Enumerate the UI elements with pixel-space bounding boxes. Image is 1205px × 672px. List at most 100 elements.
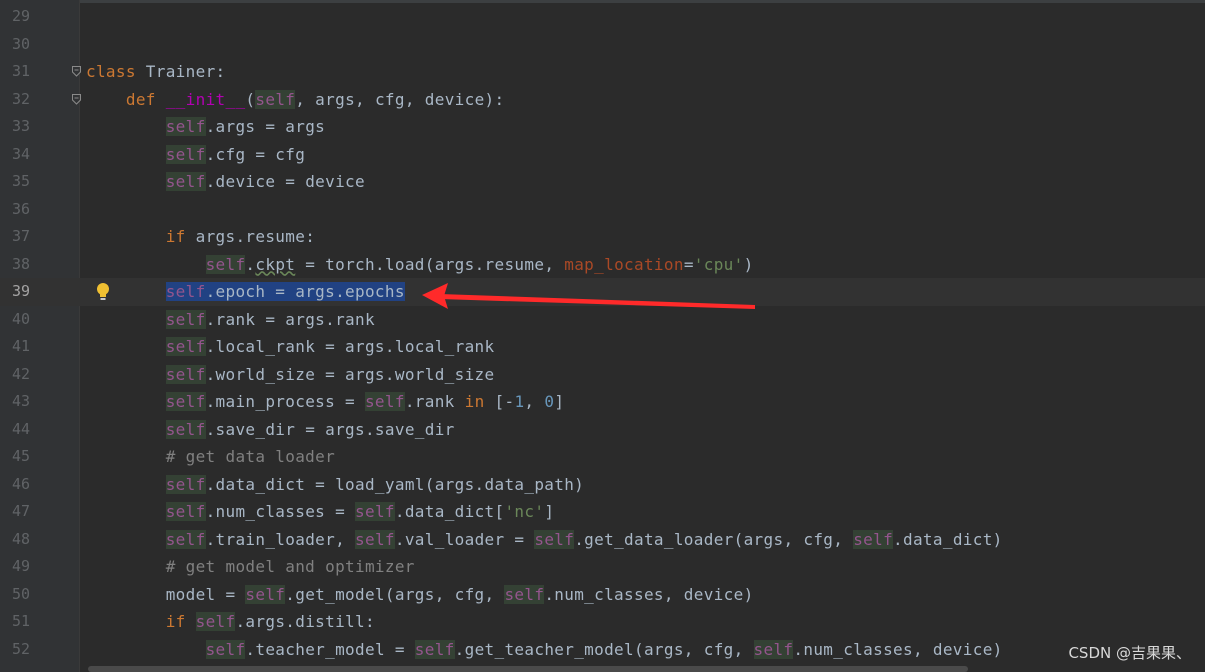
code-token: map_location (564, 254, 684, 274)
code-text: def __init__(self, args, cfg, device): (86, 86, 504, 114)
line-number: 43 (11, 392, 30, 410)
code-token: self (165, 282, 206, 301)
line-number: 42 (11, 364, 30, 383)
code-text: self.main_process = self.rank in [-1, 0] (86, 388, 564, 416)
code-token: self (504, 584, 545, 604)
code-text: self.epoch = args.epochs (86, 278, 405, 306)
code-token: ] (554, 392, 565, 411)
code-text: self.device = device (86, 168, 365, 196)
code-token: , (524, 392, 545, 411)
code-line[interactable]: 37 if args.resume: (0, 223, 1205, 251)
fold-marker-icon[interactable] (72, 93, 81, 105)
line-number: 29 (11, 7, 30, 25)
line-number: 37 (11, 227, 30, 245)
code-line[interactable]: 35 self.device = device (0, 168, 1205, 196)
code-token: .num_classes, device) (793, 639, 1003, 659)
code-token: self (255, 89, 296, 109)
code-token: ( (245, 89, 256, 109)
code-token: .get_model(args, cfg, (285, 584, 505, 604)
watermark: CSDN @吉果果、 (1068, 644, 1191, 662)
code-token: # get model and optimizer (165, 557, 415, 576)
code-token: self (165, 309, 206, 329)
code-token: self (195, 612, 236, 631)
code-token: self (355, 529, 395, 549)
code-token: self (205, 254, 246, 274)
code-token: self (165, 529, 206, 549)
horizontal-scrollbar[interactable] (88, 666, 968, 672)
code-token: .num_classes = (205, 502, 356, 521)
line-number: 36 (11, 199, 30, 218)
code-token: .data_dict[ (394, 502, 505, 521)
code-line[interactable]: 41 self.local_rank = args.local_rank (0, 333, 1205, 361)
code-token: .teacher_model = (245, 639, 415, 659)
line-number: 33 (11, 117, 30, 135)
code-text: self.rank = args.rank (86, 306, 375, 334)
code-token: ) (743, 254, 754, 274)
code-token: .data_dict = load_yaml(args.data_path) (205, 474, 585, 494)
code-line[interactable]: 39 self.epoch = args.epochs (0, 278, 1205, 306)
code-line[interactable]: 45 # get data loader (0, 443, 1205, 471)
code-token: self (534, 529, 575, 549)
code-line[interactable]: 50 model = self.get_model(args, cfg, sel… (0, 581, 1205, 609)
code-token: ckpt (255, 254, 296, 274)
line-number: 49 (11, 557, 30, 575)
code-line[interactable]: 36 (0, 196, 1205, 224)
code-line[interactable]: 40 self.rank = args.rank (0, 306, 1205, 334)
code-token: .args.distill: (235, 612, 375, 631)
code-token: .rank = args.rank (205, 309, 375, 329)
code-text: self.num_classes = self.data_dict['nc'] (86, 498, 554, 526)
code-token: Trainer: (135, 62, 226, 81)
code-token: self (853, 529, 894, 549)
code-line[interactable]: 30 (0, 31, 1205, 59)
code-line[interactable]: 46 self.data_dict = load_yaml(args.data_… (0, 471, 1205, 499)
code-line[interactable]: 51 if self.args.distill: (0, 608, 1205, 636)
line-number: 31 (11, 62, 30, 80)
code-line[interactable]: 34 self.cfg = cfg (0, 141, 1205, 169)
code-token: 'cpu' (693, 254, 744, 274)
code-line[interactable]: 32 def __init__(self, args, cfg, device)… (0, 86, 1205, 114)
code-token: self (165, 172, 206, 191)
code-line[interactable]: 47 self.num_classes = self.data_dict['nc… (0, 498, 1205, 526)
code-token: 0 (544, 392, 555, 411)
line-number: 45 (11, 447, 30, 465)
code-line[interactable]: 44 self.save_dir = args.save_dir (0, 416, 1205, 444)
code-token: self (245, 584, 286, 604)
code-token: .save_dir = args.save_dir (205, 419, 455, 439)
code-token: # get data loader (165, 447, 336, 466)
code-token: 1 (514, 392, 525, 411)
code-token: 'nc' (504, 502, 545, 521)
code-line[interactable]: 31 class Trainer: (0, 58, 1205, 86)
code-text: self.world_size = args.world_size (86, 361, 494, 389)
code-text: self.ckpt = torch.load(args.resume, map_… (86, 251, 754, 279)
code-text: self.local_rank = args.local_rank (86, 333, 494, 361)
code-token: .local_rank = args.local_rank (205, 337, 495, 356)
code-token: __init__ (165, 89, 246, 109)
fold-marker-icon[interactable] (72, 66, 81, 77)
code-line[interactable]: 29 (0, 3, 1205, 31)
code-line[interactable]: 48 self.train_loader, self.val_loader = … (0, 526, 1205, 554)
code-line[interactable]: 43 self.main_process = self.rank in [-1,… (0, 388, 1205, 416)
code-line[interactable]: 33 self.args = args (0, 113, 1205, 141)
code-line[interactable]: 38 self.ckpt = torch.load(args.resume, m… (0, 251, 1205, 279)
code-token: .rank (404, 392, 465, 411)
code-token: self (165, 502, 206, 521)
code-line[interactable]: 42 self.world_size = args.world_size (0, 361, 1205, 389)
code-token: args.resume: (185, 227, 316, 246)
code-token: .world_size = args.world_size (205, 364, 495, 384)
line-number: 30 (11, 34, 30, 53)
code-text: class Trainer: (86, 58, 226, 86)
code-token: self (165, 337, 206, 356)
code-token: .data_dict) (893, 529, 1003, 549)
code-line[interactable]: 49 # get model and optimizer (0, 553, 1205, 581)
code-line[interactable]: 52 self.teacher_model = self.get_teacher… (0, 636, 1205, 664)
code-text: self.save_dir = args.save_dir (86, 416, 455, 444)
